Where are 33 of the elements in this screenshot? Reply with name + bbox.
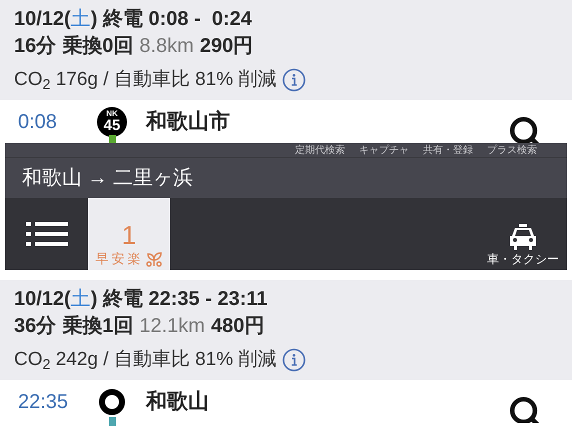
fare-text: 290円 — [200, 34, 254, 59]
co2-text: CO$_{2}$ 176g / 自動車比 81% 削減 — [14, 68, 276, 94]
distance-text: 8.8km — [139, 34, 194, 59]
fare-text: 480円 — [210, 314, 264, 339]
menu-link[interactable]: 共有・登録 — [423, 145, 473, 157]
info-icon[interactable] — [282, 348, 306, 372]
info-icon[interactable] — [282, 68, 306, 92]
duration-text: 36分 — [14, 314, 56, 339]
departure-time: 22:35 — [18, 390, 70, 414]
route-summary[interactable]: 10/12(土) 終電 22:35 - 23:11 36分 乗換1回 12.1km 480円 CO$_{2}$ 242g / 自動車比 81% 削減 — [0, 280, 572, 380]
route-title: 和歌山 → 二里ヶ浜 — [22, 166, 194, 191]
co2-text: CO$_{2}$ 242g / 自動車比 81% 削減 — [14, 348, 276, 374]
route-date-time: 10/12(土) 終電 0:08 - 0:24 — [14, 7, 253, 32]
menu-link[interactable]: 定期代検索 — [295, 145, 345, 157]
distance-text: 12.1km — [139, 314, 205, 339]
transfers-text: 乗換1回 — [62, 314, 134, 339]
transfers-text: 乗換0回 — [62, 34, 134, 59]
departure-time: 0:08 — [18, 110, 58, 134]
route-summary[interactable]: 10/12(土) 終電 0:08 - 0:24 16分 乗換0回 8.8km 290円 CO$_{2}$ 176g / 自動車比 81% 削減 — [0, 0, 572, 100]
station-number-badge: NK 45 — [97, 106, 127, 136]
station-name[interactable]: 和歌山 — [146, 386, 508, 418]
route-date-time: 10/12(土) 終電 22:35 - 23:11 — [14, 287, 268, 312]
station-name[interactable]: 和歌山市 — [146, 106, 508, 138]
list-icon — [26, 222, 68, 246]
eco-leaf-icon — [144, 251, 162, 267]
menu-link[interactable]: キャプチャ — [359, 145, 409, 157]
menu-link[interactable]: プラス検索 — [487, 145, 537, 157]
car-taxi-tab[interactable]: 車・タクシー — [479, 198, 567, 270]
search-icon[interactable] — [508, 115, 542, 143]
search-icon[interactable] — [508, 395, 542, 423]
station-ring-icon — [99, 388, 125, 414]
duration-text: 16分 — [14, 34, 56, 59]
taxi-icon — [509, 224, 537, 250]
